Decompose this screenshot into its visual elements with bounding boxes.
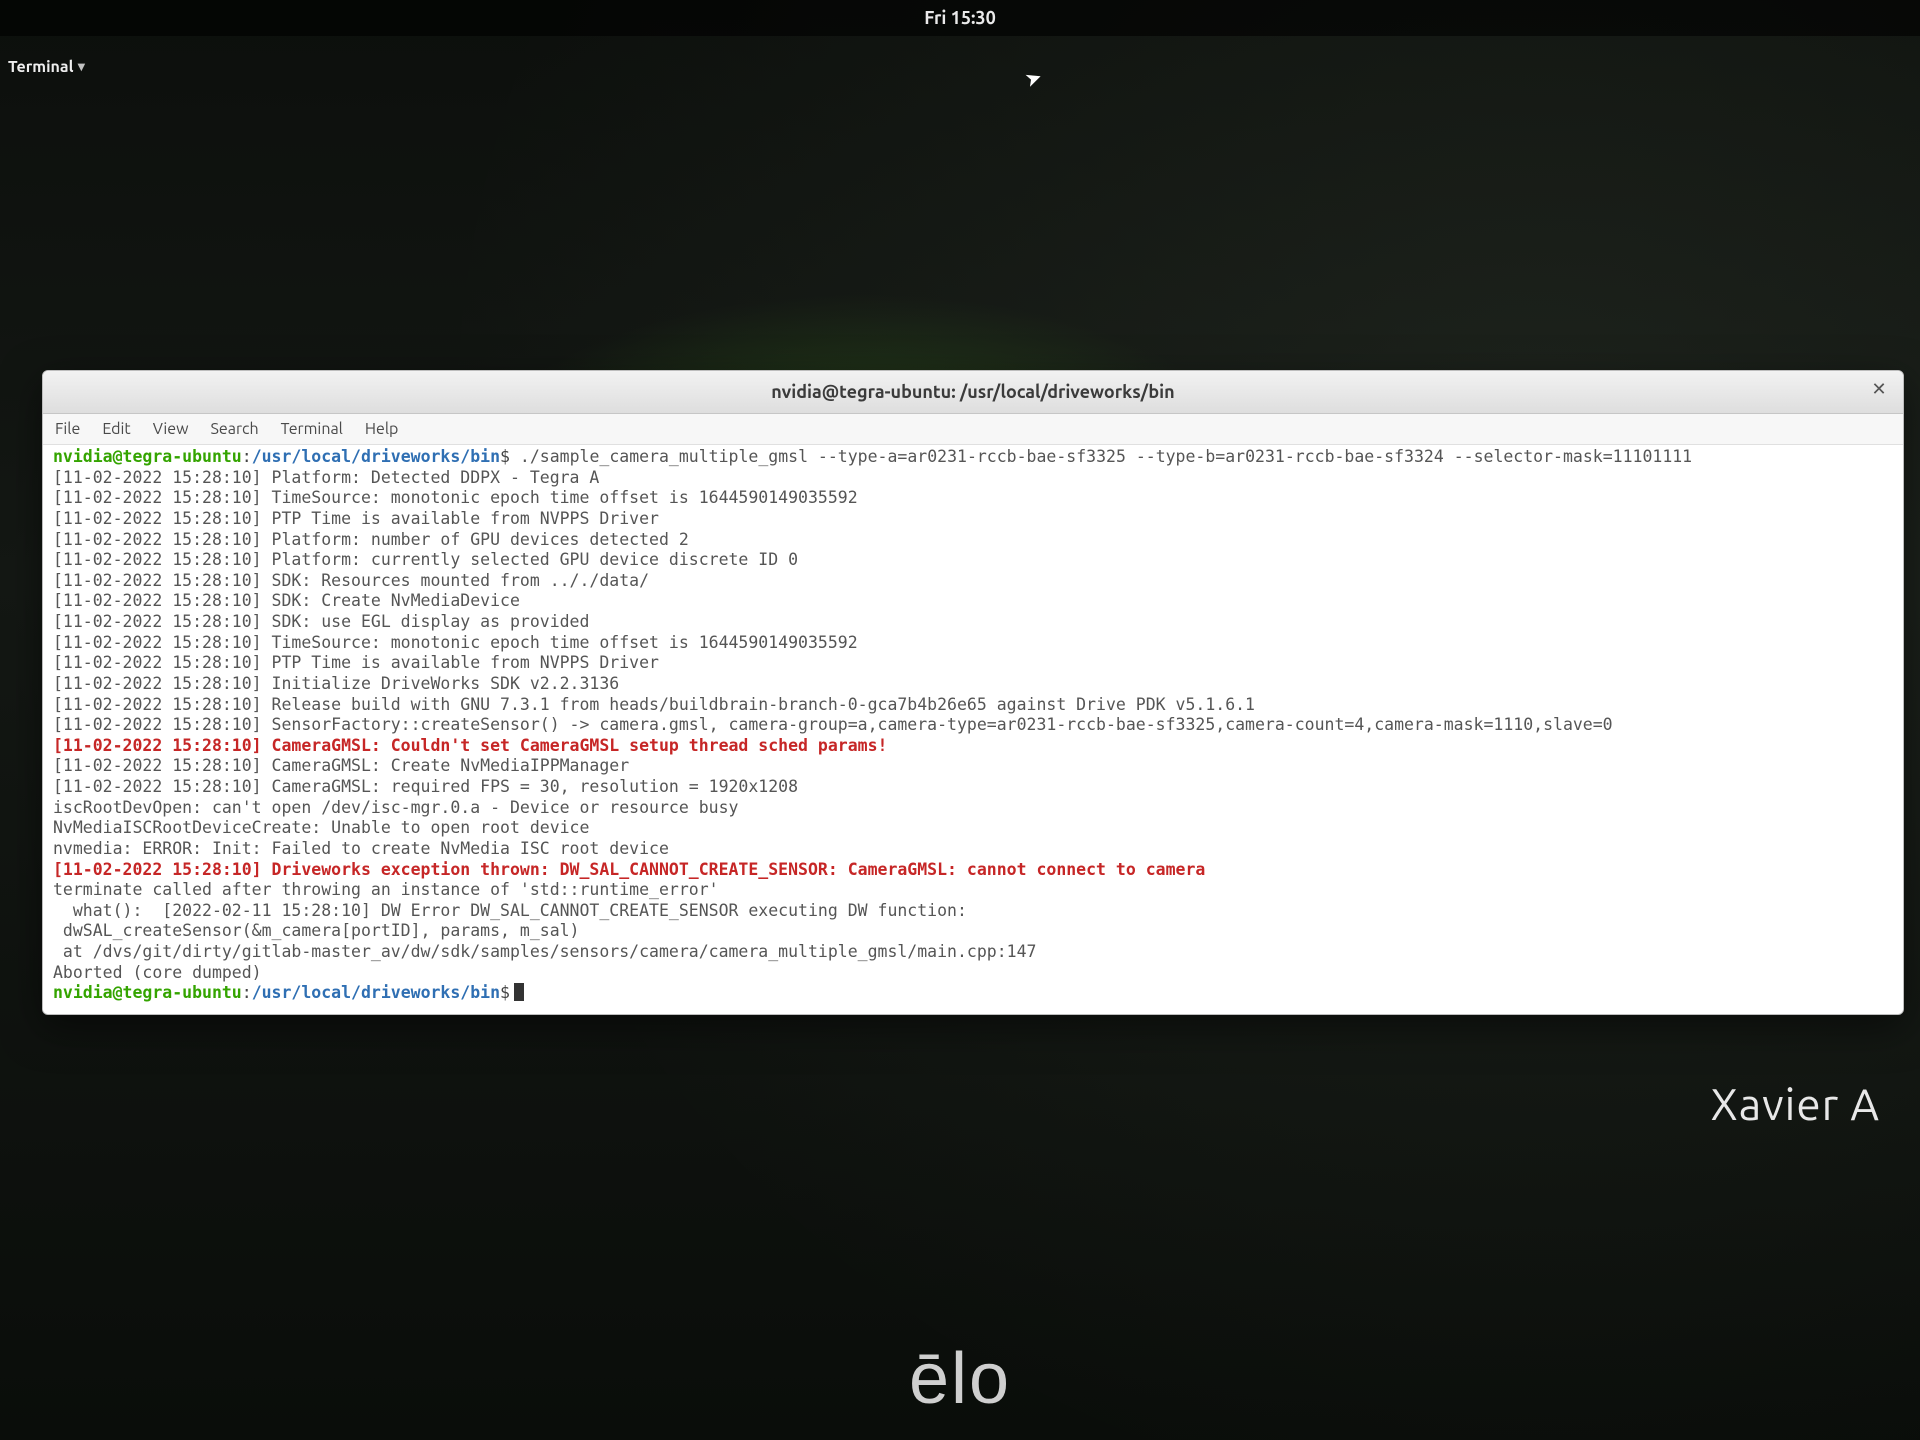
log-line: [11-02-2022 15:28:10] Initialize DriveWo…	[53, 674, 1893, 695]
clock: Fri 15:30	[924, 8, 995, 28]
log-line: iscRootDevOpen: can't open /dev/isc-mgr.…	[53, 798, 1893, 819]
log-line: Aborted (core dumped)	[53, 963, 1893, 984]
prompt-user: nvidia@tegra-ubuntu	[53, 447, 242, 466]
log-line: NvMediaISCRootDeviceCreate: Unable to op…	[53, 818, 1893, 839]
log-line: [11-02-2022 15:28:10] Platform: currentl…	[53, 550, 1893, 571]
log-line: dwSAL_createSensor(&m_camera[portID], pa…	[53, 921, 1893, 942]
log-line: [11-02-2022 15:28:10] SDK: Create NvMedi…	[53, 591, 1893, 612]
log-line: [11-02-2022 15:28:10] Release build with…	[53, 695, 1893, 716]
log-line-error: [11-02-2022 15:28:10] CameraGMSL: Couldn…	[53, 736, 1893, 757]
prompt-path: /usr/local/driveworks/bin	[252, 447, 500, 466]
log-line: [11-02-2022 15:28:10] SDK: use EGL displ…	[53, 612, 1893, 633]
menu-bar: File Edit View Search Terminal Help	[43, 414, 1903, 445]
log-line: terminate called after throwing an insta…	[53, 880, 1893, 901]
terminal-window: nvidia@tegra-ubuntu: /usr/local/drivewor…	[42, 370, 1904, 1015]
top-bar: Fri 15:30 Terminal ▼	[0, 0, 1920, 36]
terminal-output[interactable]: nvidia@tegra-ubuntu:/usr/local/drivework…	[43, 445, 1903, 1014]
log-line: at /dvs/git/dirty/gitlab-master_av/dw/sd…	[53, 942, 1893, 963]
menu-help[interactable]: Help	[365, 420, 399, 438]
menu-edit[interactable]: Edit	[102, 420, 130, 438]
window-title: nvidia@tegra-ubuntu: /usr/local/drivewor…	[771, 382, 1174, 402]
app-menu[interactable]: Terminal ▼	[0, 54, 93, 80]
command-text: ./sample_camera_multiple_gmsl --type-a=a…	[520, 447, 1692, 466]
menu-file[interactable]: File	[55, 420, 80, 438]
device-label: Xavier A	[1711, 1080, 1880, 1129]
log-line: what(): [2022-02-11 15:28:10] DW Error D…	[53, 901, 1893, 922]
cursor-icon	[514, 983, 524, 1001]
desktop: Fri 15:30 Terminal ▼ ➤ nvidia@tegra-ubun…	[0, 0, 1920, 1440]
prompt-path: /usr/local/driveworks/bin	[252, 983, 500, 1002]
chevron-down-icon: ▼	[77, 61, 85, 73]
log-line: [11-02-2022 15:28:10] Platform: Detected…	[53, 468, 1893, 489]
log-line: [11-02-2022 15:28:10] PTP Time is availa…	[53, 653, 1893, 674]
monitor-brand: ēlo	[909, 1338, 1011, 1420]
menu-view[interactable]: View	[153, 420, 189, 438]
prompt-user: nvidia@tegra-ubuntu	[53, 983, 242, 1002]
log-line: [11-02-2022 15:28:10] CameraGMSL: requir…	[53, 777, 1893, 798]
log-line: [11-02-2022 15:28:10] SensorFactory::cre…	[53, 715, 1893, 736]
log-line: [11-02-2022 15:28:10] Platform: number o…	[53, 530, 1893, 551]
window-titlebar[interactable]: nvidia@tegra-ubuntu: /usr/local/drivewor…	[43, 371, 1903, 414]
app-menu-label: Terminal	[8, 58, 73, 76]
close-button[interactable]: ✕	[1867, 379, 1891, 403]
menu-search[interactable]: Search	[211, 420, 259, 438]
log-line: nvmedia: ERROR: Init: Failed to create N…	[53, 839, 1893, 860]
log-line: [11-02-2022 15:28:10] PTP Time is availa…	[53, 509, 1893, 530]
log-line: [11-02-2022 15:28:10] CameraGMSL: Create…	[53, 756, 1893, 777]
menu-terminal[interactable]: Terminal	[281, 420, 343, 438]
mouse-cursor-icon: ➤	[1021, 64, 1045, 92]
log-line: [11-02-2022 15:28:10] SDK: Resources mou…	[53, 571, 1893, 592]
log-line: [11-02-2022 15:28:10] TimeSource: monoto…	[53, 633, 1893, 654]
log-line-error: [11-02-2022 15:28:10] Driveworks excepti…	[53, 860, 1893, 881]
log-line: [11-02-2022 15:28:10] TimeSource: monoto…	[53, 488, 1893, 509]
